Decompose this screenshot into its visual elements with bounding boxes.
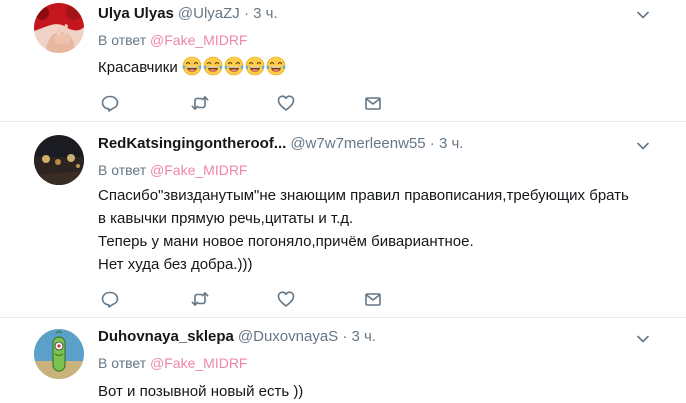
reply-prefix: В ответ — [98, 355, 147, 371]
separator: · — [342, 328, 348, 345]
tweet-actions — [98, 93, 398, 113]
user-handle[interactable]: @UlyaZJ — [178, 5, 240, 22]
chevron-down-icon[interactable] — [637, 335, 649, 343]
reply-button[interactable] — [100, 289, 120, 309]
tweet-text: Спасибо"звизданутым"не знающим правил пр… — [98, 184, 629, 276]
heart-icon — [276, 289, 296, 309]
face-with-tears-of-joy-icon — [224, 56, 244, 76]
user-name[interactable]: Duhovnaya_sklepa — [98, 328, 234, 345]
timestamp[interactable]: 3 ч. — [439, 135, 464, 152]
tweet-text-content: Красавчики — [98, 59, 178, 76]
mention-link[interactable]: @Fake_MIDRF — [150, 162, 247, 178]
tweet-header: Ulya Ulyas @UlyaZJ · 3 ч. — [98, 5, 278, 23]
user-name[interactable]: RedKatsingingontheroof... — [98, 135, 286, 152]
reply-prefix: В ответ — [98, 32, 147, 48]
like-button[interactable] — [276, 289, 296, 309]
chevron-down-icon[interactable] — [637, 11, 649, 19]
retweet-icon — [190, 93, 210, 113]
reply-context: В ответ @Fake_MIDRF — [98, 162, 247, 179]
chevron-down-icon[interactable] — [637, 142, 649, 150]
user-handle[interactable]: @DuxovnayaS — [238, 328, 338, 345]
avatar[interactable] — [34, 329, 84, 379]
tweet-text-line: в кавычки прямую речь,цитаты и т.д. — [98, 210, 354, 227]
tweet[interactable]: Duhovnaya_sklepa @DuxovnayaS · 3 ч. В отв… — [0, 318, 686, 401]
tweet-text-line: Теперь у мани новое погоняло,причём бива… — [98, 233, 474, 250]
face-with-tears-of-joy-icon — [266, 56, 286, 76]
envelope-icon — [363, 93, 383, 113]
tweet[interactable]: Ulya Ulyas @UlyaZJ · 3 ч. В ответ @Fake_M… — [0, 0, 686, 121]
retweet-button[interactable] — [190, 93, 210, 113]
reply-button[interactable] — [100, 93, 120, 113]
tweet-text: Красавчики — [98, 56, 287, 79]
reply-prefix: В ответ — [98, 162, 147, 178]
timestamp[interactable]: 3 ч. — [352, 328, 377, 345]
mention-link[interactable]: @Fake_MIDRF — [150, 32, 247, 48]
timestamp[interactable]: 3 ч. — [253, 5, 278, 22]
tweet-actions — [98, 289, 398, 309]
tweet[interactable]: RedKatsingingontheroof... @w7w7merleenw55… — [0, 122, 686, 317]
retweet-button[interactable] — [190, 289, 210, 309]
user-handle[interactable]: @w7w7merleenw55 — [290, 135, 425, 152]
tweet-text-line: Нет худа без добра.))) — [98, 256, 253, 273]
envelope-icon — [363, 289, 383, 309]
reply-icon — [100, 289, 120, 309]
face-with-tears-of-joy-icon — [182, 56, 202, 76]
avatar[interactable] — [34, 135, 84, 185]
face-with-tears-of-joy-icon — [245, 56, 265, 76]
retweet-icon — [190, 289, 210, 309]
avatar[interactable] — [34, 3, 84, 53]
tweet-header: Duhovnaya_sklepa @DuxovnayaS · 3 ч. — [98, 328, 376, 346]
message-button[interactable] — [363, 289, 383, 309]
mention-link[interactable]: @Fake_MIDRF — [150, 355, 247, 371]
reply-icon — [100, 93, 120, 113]
tweet-text-line: Спасибо"звизданутым"не знающим правил пр… — [98, 187, 629, 204]
like-button[interactable] — [276, 93, 296, 113]
user-name[interactable]: Ulya Ulyas — [98, 5, 174, 22]
separator: · — [243, 5, 249, 22]
tweet-text-content: Вот и позывной новый есть )) — [98, 383, 304, 400]
heart-icon — [276, 93, 296, 113]
reply-context: В ответ @Fake_MIDRF — [98, 32, 247, 49]
tweet-text: Вот и позывной новый есть )) — [98, 380, 303, 403]
reply-context: В ответ @Fake_MIDRF — [98, 355, 247, 372]
face-with-tears-of-joy-icon — [203, 56, 223, 76]
separator: · — [429, 135, 435, 152]
message-button[interactable] — [363, 93, 383, 113]
tweet-header: RedKatsingingontheroof... @w7w7merleenw55… — [98, 135, 463, 153]
